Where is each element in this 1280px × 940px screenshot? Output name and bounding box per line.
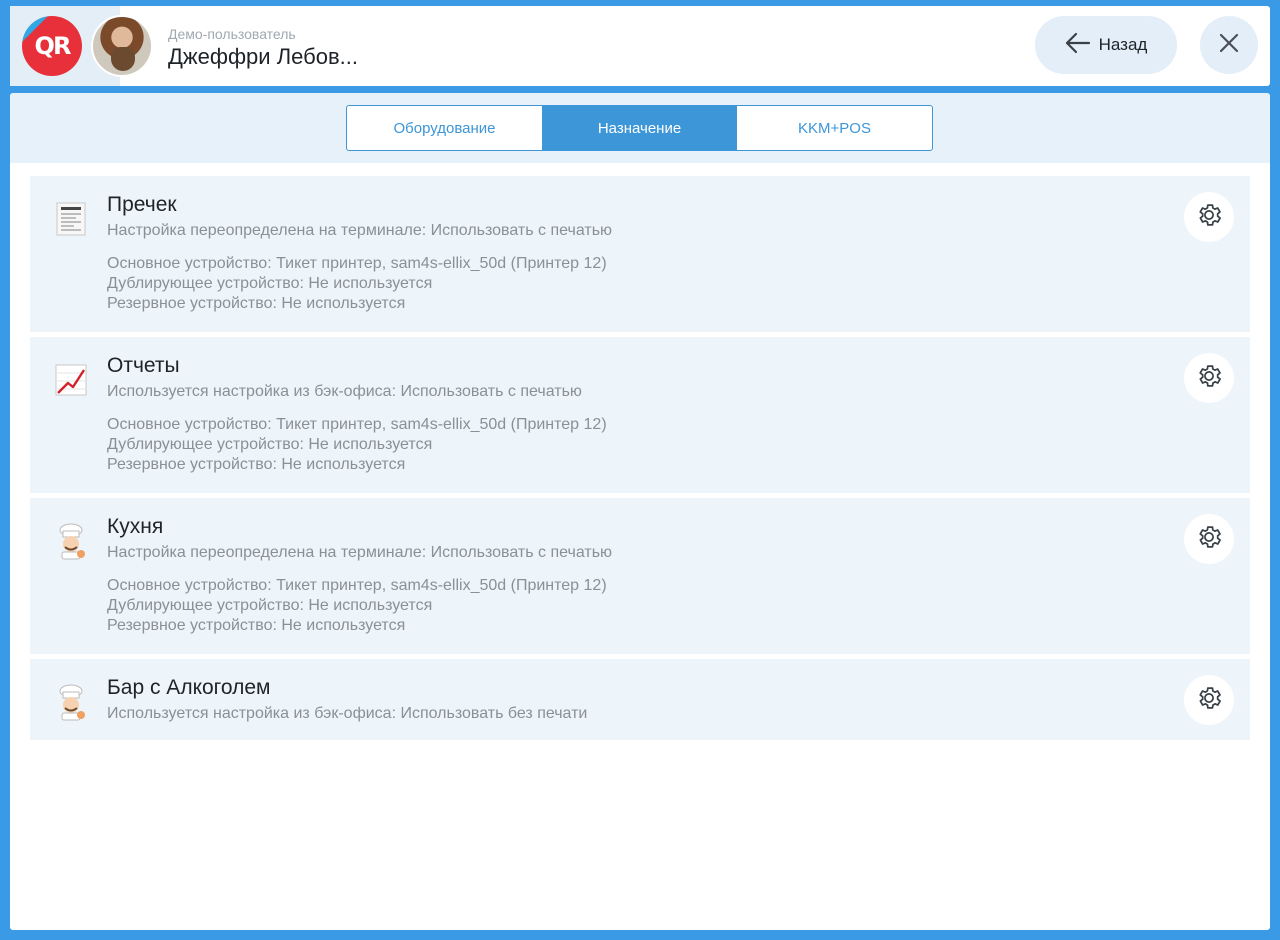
tab-assignment[interactable]: Назначение xyxy=(542,106,737,150)
list-item-bar-alcohol[interactable]: Бар с Алкоголем Используется настройка и… xyxy=(30,659,1250,740)
tab-kkm-pos[interactable]: KKM+POS xyxy=(737,106,932,150)
receipt-icon xyxy=(54,200,88,238)
qr-logo: QR xyxy=(22,16,82,76)
duplicate-device: Дублирующее устройство: Не используется xyxy=(107,275,433,292)
assignment-list: Пречек Настройка переопределена на терми… xyxy=(30,176,1250,745)
settings-button[interactable] xyxy=(1184,675,1234,725)
item-subtitle: Используется настройка из бэк-офиса: Исп… xyxy=(107,705,588,722)
back-label: Назад xyxy=(1098,35,1148,54)
item-subtitle: Используется настройка из бэк-офиса: Исп… xyxy=(107,383,582,400)
list-item-precheck[interactable]: Пречек Настройка переопределена на терми… xyxy=(30,176,1250,332)
item-details: Основное устройство: Тикет принтер, sam4… xyxy=(107,254,607,314)
close-button[interactable] xyxy=(1200,16,1258,74)
list-item-kitchen[interactable]: Кухня Настройка переопределена на термин… xyxy=(30,498,1250,654)
top-bar: QR Демо-пользователь Джеффри Лебов... На… xyxy=(10,6,1270,86)
item-title: Бар с Алкоголем xyxy=(107,676,271,699)
user-subtitle: Демо-пользователь xyxy=(168,26,296,42)
primary-device: Основное устройство: Тикет принтер, sam4… xyxy=(107,577,607,594)
settings-button[interactable] xyxy=(1184,353,1234,403)
back-button[interactable]: Назад xyxy=(1035,16,1177,74)
tabs-strip: Оборудование Назначение KKM+POS xyxy=(10,93,1270,163)
chart-increasing-icon xyxy=(54,361,88,399)
settings-button[interactable] xyxy=(1184,514,1234,564)
item-subtitle: Настройка переопределена на терминале: И… xyxy=(107,222,613,239)
item-details: Основное устройство: Тикет принтер, sam4… xyxy=(107,576,607,636)
tab-bar: Оборудование Назначение KKM+POS xyxy=(346,105,933,151)
tab-equipment[interactable]: Оборудование xyxy=(347,106,542,150)
gear-icon xyxy=(1195,201,1223,233)
cook-icon xyxy=(54,522,88,560)
main-panel: Оборудование Назначение KKM+POS Пречек Н… xyxy=(10,93,1270,930)
settings-button[interactable] xyxy=(1184,192,1234,242)
backup-device: Резервное устройство: Не используется xyxy=(107,295,406,312)
gear-icon xyxy=(1195,523,1223,555)
item-title: Кухня xyxy=(107,515,164,538)
logo-wedge xyxy=(22,16,48,42)
arrow-left-icon xyxy=(1065,32,1091,58)
duplicate-device: Дублирующее устройство: Не используется xyxy=(107,436,433,453)
gear-icon xyxy=(1195,684,1223,716)
item-details: Основное устройство: Тикет принтер, sam4… xyxy=(107,415,607,475)
duplicate-device: Дублирующее устройство: Не используется xyxy=(107,597,433,614)
backup-device: Резервное устройство: Не используется xyxy=(107,617,406,634)
cook-icon xyxy=(54,683,88,721)
item-title: Пречек xyxy=(107,193,177,216)
avatar[interactable] xyxy=(91,15,153,77)
user-name[interactable]: Джеффри Лебов... xyxy=(168,44,358,70)
item-title: Отчеты xyxy=(107,354,180,377)
primary-device: Основное устройство: Тикет принтер, sam4… xyxy=(107,416,607,433)
close-icon xyxy=(1218,32,1240,58)
gear-icon xyxy=(1195,362,1223,394)
avatar-beard xyxy=(111,47,135,71)
item-subtitle: Настройка переопределена на терминале: И… xyxy=(107,544,613,561)
backup-device: Резервное устройство: Не используется xyxy=(107,456,406,473)
list-item-reports[interactable]: Отчеты Используется настройка из бэк-офи… xyxy=(30,337,1250,493)
primary-device: Основное устройство: Тикет принтер, sam4… xyxy=(107,255,607,272)
